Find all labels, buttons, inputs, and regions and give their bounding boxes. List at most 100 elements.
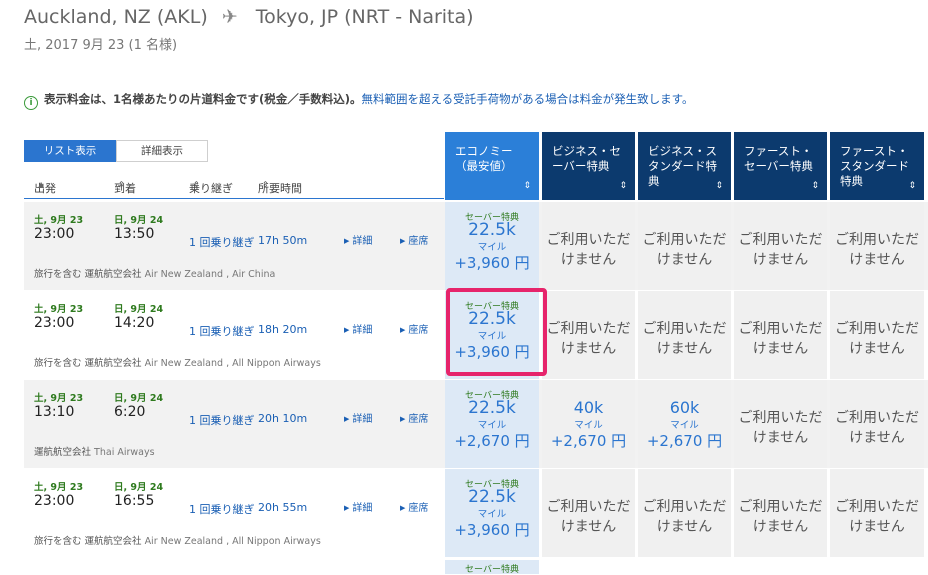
miles-unit: マイル	[477, 420, 507, 431]
fare-column-business-saver[interactable]: ビジネス・セーバー特典 ⇕	[542, 132, 635, 200]
seat-map-link[interactable]: 座席	[400, 410, 428, 425]
sort-icon: ⇕	[619, 181, 627, 191]
not-available-text: ご利用いただけません	[738, 499, 823, 535]
sort-caret-icon: ▲	[38, 180, 45, 189]
seat-map-link[interactable]: 座席	[400, 321, 428, 336]
not-available-text: ご利用いただけません	[835, 321, 919, 357]
fare-cell: ご利用いただけません	[830, 380, 924, 468]
fare-cell: ご利用いただけません	[734, 380, 827, 468]
miles-value: 60k	[669, 398, 700, 417]
operating-carriers: 旅行を含む 運航航空会社 Air New Zealand , All Nippo…	[34, 358, 321, 369]
detail-view-button[interactable]: 詳細表示	[116, 140, 208, 162]
detail-link[interactable]: 詳細	[344, 499, 372, 514]
not-available-text: ご利用いただけません	[642, 321, 727, 357]
arrival-date: 日, 9月 24	[114, 393, 164, 404]
fare-cell[interactable]: 60k マイル +2,670 円	[638, 380, 731, 468]
connections[interactable]: 1 回乗り継ぎ	[189, 501, 255, 517]
arrival-time: 6:20	[114, 404, 146, 420]
operating-carriers: 運航航空会社 Thai Airways	[34, 447, 155, 458]
view-toggle: リスト表示 詳細表示	[24, 140, 208, 162]
fare-cell: ご利用いただけません	[542, 202, 635, 290]
fare-cell: ご利用いただけません	[638, 202, 731, 290]
departure-date: 土, 9月 23	[34, 482, 84, 493]
origin: Auckland, NZ (AKL)	[24, 6, 208, 28]
duration: 18h 20m	[258, 323, 308, 336]
fare-cell[interactable]: セーバー特典 22.5k マイル +3,960 円	[445, 202, 539, 290]
connections[interactable]: 1 回乗り継ぎ	[189, 323, 255, 339]
fare-column-first-standard[interactable]: ファースト・スタンダード特典 ⇕	[830, 132, 924, 200]
fare-column-economy[interactable]: エコノミー（最安値） ⇕	[445, 132, 539, 200]
not-available-text: ご利用いただけません	[642, 232, 727, 268]
connections[interactable]: 1 回乗り継ぎ	[189, 412, 255, 428]
tax-price: +2,670 円	[454, 432, 530, 450]
detail-link[interactable]: 詳細	[344, 321, 372, 336]
flight-row[interactable]: 土, 9月 23 13:10 日, 9月 24 6:20 1 回乗り継ぎ 20h…	[24, 380, 928, 468]
sort-icon: ⇕	[811, 181, 819, 191]
fare-cell: ご利用いただけません	[542, 291, 635, 379]
seat-map-link[interactable]: 座席	[400, 232, 428, 247]
connections[interactable]: 1 回乗り継ぎ	[189, 234, 255, 250]
miles-value: 40k	[573, 398, 604, 417]
duration: 17h 50m	[258, 234, 308, 247]
miles-unit: マイル	[477, 242, 507, 253]
detail-link[interactable]: 詳細	[344, 410, 372, 425]
fare-cell: ご利用いただけません	[830, 469, 924, 557]
seat-map-link[interactable]: 座席	[400, 499, 428, 514]
not-available-text: ご利用いただけません	[546, 321, 631, 357]
detail-link[interactable]: 詳細	[344, 232, 372, 247]
sort-icon: ⇕	[715, 181, 723, 191]
departure-time: 23:00	[34, 315, 75, 331]
header-underline	[24, 198, 444, 199]
fare-cell: ご利用いただけません	[638, 291, 731, 379]
notice-text: 表示料金は、1名様あたりの片道料金です(税金／手数料込)。	[44, 92, 362, 106]
tax-price: +3,960 円	[454, 254, 530, 272]
arrival-time: 14:20	[114, 315, 155, 331]
fare-column-business-standard[interactable]: ビジネス・スタンダード特典 ⇕	[638, 132, 731, 200]
not-available-text: ご利用いただけません	[835, 232, 919, 268]
operating-carriers: 旅行を含む 運航航空会社 Air New Zealand , All Nippo…	[34, 536, 321, 547]
fare-cell: ご利用いただけません	[542, 469, 635, 557]
fare-cell: ご利用いただけません	[830, 202, 924, 290]
sort-caret-icon: ⇕	[118, 180, 125, 189]
fare-cell[interactable]: セーバー特典 22.5k マイル +2,670 円	[445, 380, 539, 468]
fare-cell: ご利用いただけません	[734, 202, 827, 290]
sort-caret-icon: ⇕	[262, 180, 269, 189]
list-view-button[interactable]: リスト表示	[24, 140, 116, 162]
miles-value: 22.5k	[468, 220, 516, 240]
not-available-text: ご利用いただけません	[546, 499, 631, 535]
flight-row[interactable]: 土, 9月 23 23:00 日, 9月 24 16:55 1 回乗り継ぎ 20…	[24, 469, 928, 557]
not-available-text: ご利用いただけません	[738, 321, 823, 357]
fare-cell: ご利用いただけません	[638, 469, 731, 557]
tax-price: +2,670 円	[646, 432, 723, 450]
fare-notice: i 表示料金は、1名様あたりの片道料金です(税金／手数料込)。無料範囲を超える受託…	[24, 91, 694, 110]
arrival-date: 日, 9月 24	[114, 482, 164, 493]
fare-column-first-saver[interactable]: ファースト・セーバー特典 ⇕	[734, 132, 827, 200]
destination: Tokyo, JP (NRT - Narita)	[255, 6, 474, 28]
arrival-date: 日, 9月 24	[114, 215, 164, 226]
not-available-text: ご利用いただけません	[835, 410, 919, 446]
fare-cell[interactable]: セーバー特典 22.5k マイル +3,960 円	[445, 469, 539, 557]
departure-date: 土, 9月 23	[34, 215, 84, 226]
not-available-text: ご利用いただけません	[642, 499, 727, 535]
partial-row-economy: セーバー特典	[445, 560, 539, 575]
miles-unit: マイル	[574, 420, 603, 431]
plane-icon: ✈	[221, 6, 238, 28]
info-icon: i	[24, 96, 38, 110]
miles-unit: マイル	[670, 420, 699, 431]
departure-date: 土, 9月 23	[34, 304, 84, 315]
not-available-text: ご利用いただけません	[835, 499, 919, 535]
baggage-link[interactable]: 無料範囲を超える受託手荷物がある場合は料金が発生致します。	[362, 92, 694, 106]
not-available-text: ご利用いただけません	[738, 410, 823, 446]
operating-carriers: 旅行を含む 運航航空会社 Air New Zealand , Air China	[34, 269, 276, 280]
sort-icon: ⇕	[523, 181, 531, 191]
fare-cell[interactable]: 40k マイル +2,670 円	[542, 380, 635, 468]
departure-date: 土, 9月 23	[34, 393, 84, 404]
not-available-text: ご利用いただけません	[738, 232, 823, 268]
miles-value: 22.5k	[468, 487, 516, 507]
fare-cell: ご利用いただけません	[734, 291, 827, 379]
fare-cell: ご利用いただけません	[830, 291, 924, 379]
arrival-time: 16:55	[114, 493, 155, 509]
flight-row[interactable]: 土, 9月 23 23:00 日, 9月 24 13:50 1 回乗り継ぎ 17…	[24, 202, 928, 290]
fare-cell: ご利用いただけません	[734, 469, 827, 557]
not-available-text: ご利用いただけません	[546, 232, 631, 268]
